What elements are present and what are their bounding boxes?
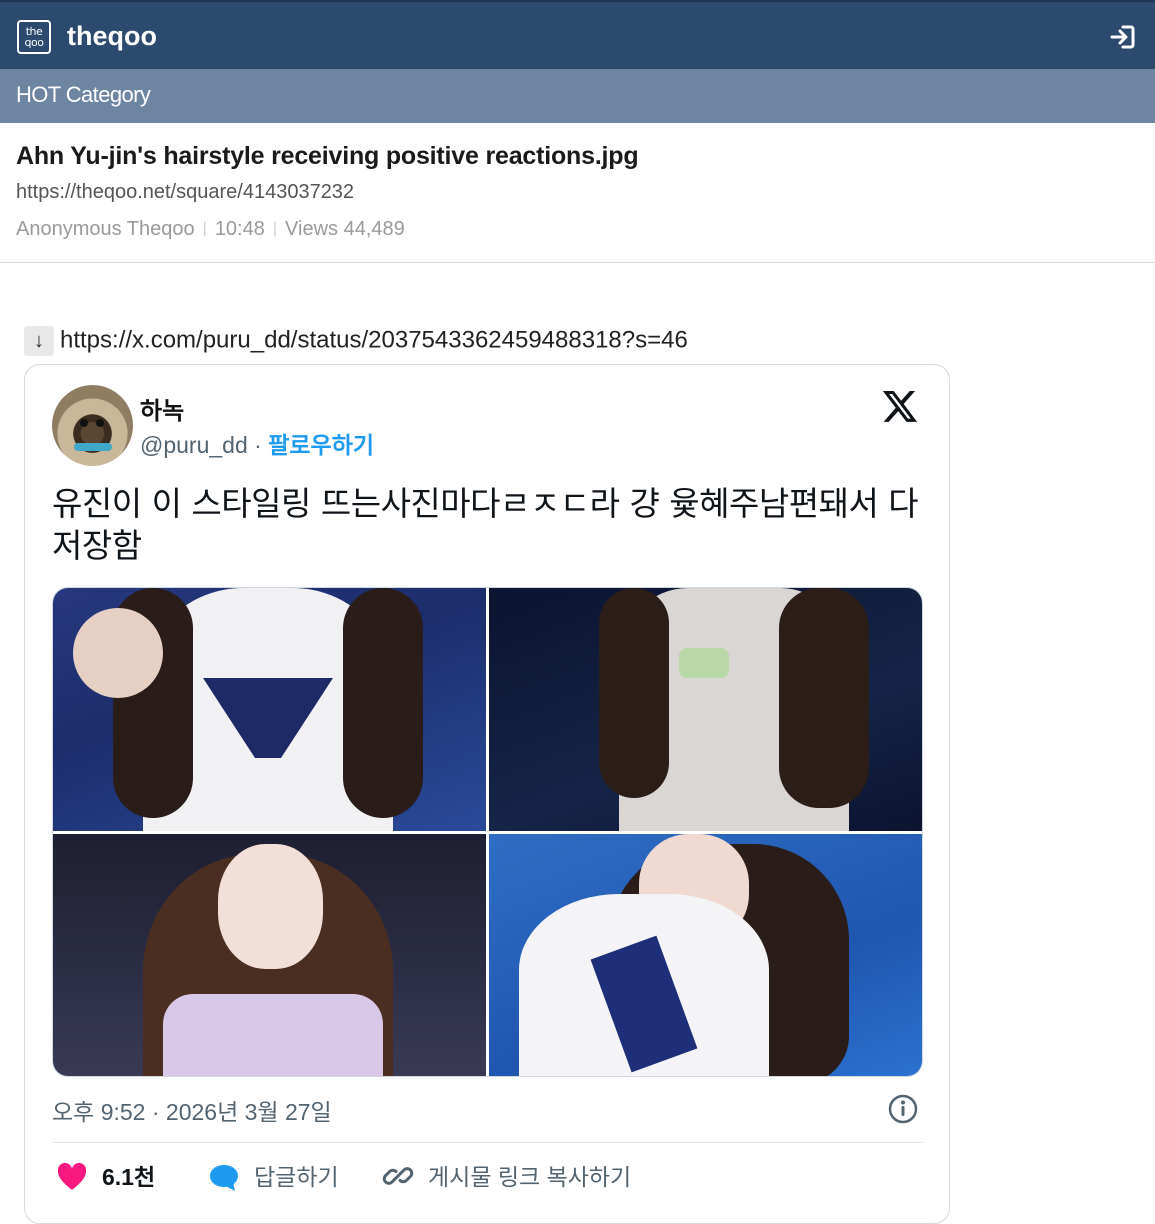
- tweet-divider: [52, 1142, 923, 1143]
- link-icon: [382, 1167, 414, 1185]
- tweet-photo-4[interactable]: [489, 834, 922, 1076]
- post-header: Ahn Yu-jin's hairstyle receiving positiv…: [0, 123, 1155, 263]
- source-link-line: ↓ https://x.com/puru_dd/status/2037543362…: [24, 326, 688, 356]
- tweet-timestamp[interactable]: 오후 9:52 · 2026년 3월 27일: [52, 1093, 332, 1127]
- site-brand[interactable]: theqoo: [67, 21, 157, 52]
- post-url[interactable]: https://theqoo.net/square/4143037232: [16, 181, 354, 204]
- like-button[interactable]: 6.1천: [56, 1158, 155, 1194]
- category-bar[interactable]: HOT Category: [0, 69, 1155, 123]
- theqoo-logo-icon[interactable]: the qoo: [17, 20, 51, 54]
- tweet-photo-3[interactable]: [53, 834, 486, 1076]
- source-link[interactable]: https://x.com/puru_dd/status/20375433624…: [60, 326, 688, 353]
- category-label: HOT Category: [16, 82, 151, 107]
- handle-separator: ·: [247, 432, 269, 458]
- like-count: 6.1천: [102, 1164, 156, 1190]
- reply-button[interactable]: 답글하기: [208, 1158, 339, 1194]
- tweet-media-grid: [52, 587, 923, 1077]
- tweet-handle-line: @puru_dd · 팔로우하기: [140, 426, 374, 460]
- avatar-collar: [74, 443, 112, 451]
- copy-link-label: 게시물 링크 복사하기: [428, 1164, 632, 1190]
- reply-bubble-icon: [210, 1164, 238, 1191]
- post-time: 10:48: [214, 218, 265, 240]
- photo-face: [218, 844, 323, 969]
- tweet-handle[interactable]: @puru_dd: [140, 432, 248, 458]
- meta-divider: |: [202, 220, 207, 237]
- tweet-text: 유진이 이 스타일링 뜨는사진마다ㄹㅈㄷ라 걍 윷혜주남편돼서 다 저장함: [52, 484, 919, 565]
- avatar-eye: [96, 419, 104, 427]
- post-views: Views 44,489: [285, 218, 405, 240]
- tweet-display-name[interactable]: 하녹: [140, 391, 184, 426]
- embedded-tweet[interactable]: 하녹 @puru_dd · 팔로우하기 유진이 이 스타일링 뜨는사진마다ㄹㅈㄷ…: [24, 364, 950, 1224]
- photo-hair: [343, 588, 423, 818]
- tweet-actions: 6.1천 답글하기 게시물 링크 복사하기: [52, 1158, 923, 1194]
- photo-cardigan: [163, 994, 383, 1076]
- photo-arm: [73, 608, 163, 698]
- post-meta: Anonymous Theqoo | 10:48 | Views 44,489: [16, 218, 405, 241]
- login-icon[interactable]: [1109, 23, 1137, 51]
- tweet-photo-2[interactable]: [489, 588, 922, 831]
- follow-button[interactable]: 팔로우하기: [268, 432, 374, 458]
- info-icon[interactable]: [887, 1093, 919, 1125]
- copy-link-button[interactable]: 게시물 링크 복사하기: [382, 1158, 631, 1194]
- avatar-eye: [80, 419, 88, 427]
- post-title: Ahn Yu-jin's hairstyle receiving positiv…: [16, 142, 639, 170]
- down-arrow-icon: ↓: [24, 326, 54, 356]
- meta-divider: |: [272, 220, 278, 237]
- avatar[interactable]: [52, 385, 133, 466]
- logo-text: the qoo: [24, 25, 44, 49]
- x-logo-icon[interactable]: [881, 387, 919, 425]
- post-author: Anonymous Theqoo: [16, 218, 195, 240]
- tweet-photo-1[interactable]: [53, 588, 486, 831]
- heart-icon: [57, 1162, 87, 1190]
- reply-label: 답글하기: [254, 1164, 339, 1190]
- top-navigation-bar: the qoo theqoo: [0, 0, 1155, 69]
- photo-detail: [679, 648, 729, 678]
- photo-hair: [779, 588, 869, 808]
- photo-hair: [599, 588, 669, 798]
